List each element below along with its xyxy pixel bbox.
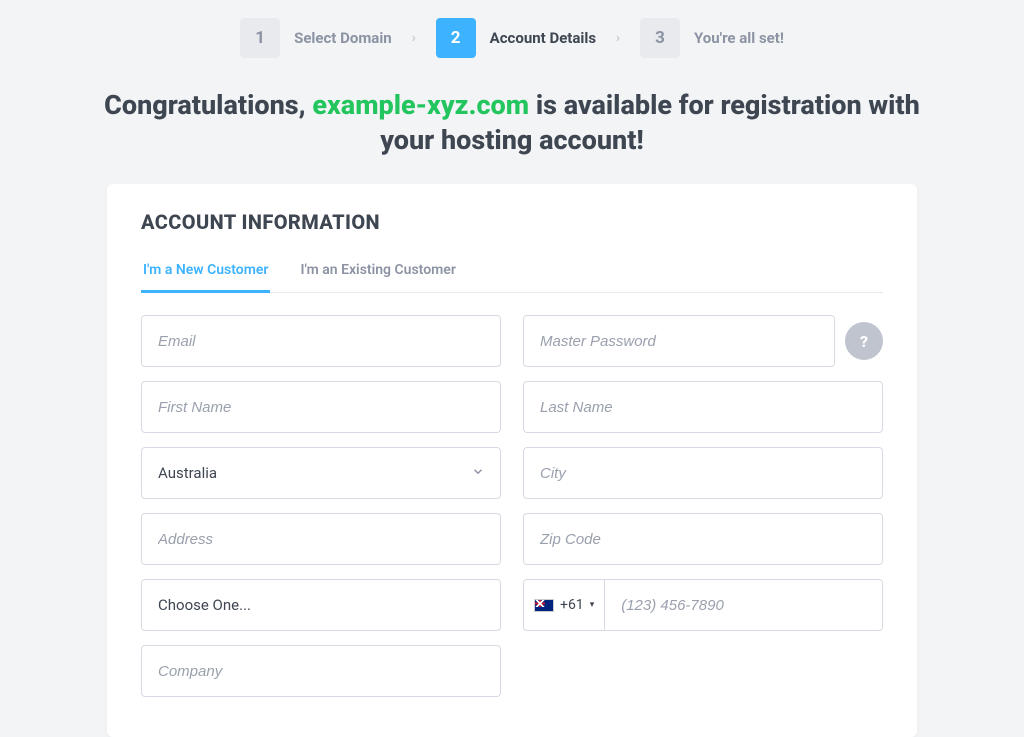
- phone-country-code-select[interactable]: +61 ▾: [523, 579, 604, 631]
- headline: Congratulations, example-xyz.com is avai…: [102, 88, 922, 158]
- progress-stepper: 1 Select Domain › 2 Account Details › 3 …: [0, 0, 1024, 80]
- email-field-wrap: [141, 315, 501, 367]
- last-name-field-wrap: [523, 381, 883, 433]
- step-number: 3: [640, 18, 680, 58]
- step-label: Select Domain: [294, 29, 392, 47]
- phone-field[interactable]: [604, 579, 883, 631]
- password-field-wrap: ?: [523, 315, 883, 367]
- headline-text-pre: Congratulations,: [104, 89, 312, 121]
- section-title: ACCOUNT INFORMATION: [141, 210, 883, 234]
- address-field-wrap: [141, 513, 501, 565]
- first-name-field[interactable]: [141, 381, 501, 433]
- tab-existing-customer[interactable]: I'm an Existing Customer: [298, 254, 457, 293]
- account-card: ACCOUNT INFORMATION I'm a New Customer I…: [107, 184, 917, 737]
- step-number: 2: [436, 18, 476, 58]
- step-label: Account Details: [490, 29, 596, 47]
- tab-new-customer[interactable]: I'm a New Customer: [141, 254, 270, 293]
- city-field-wrap: [523, 447, 883, 499]
- password-field[interactable]: [523, 315, 835, 367]
- email-field[interactable]: [141, 315, 501, 367]
- last-name-field[interactable]: [523, 381, 883, 433]
- step-select-domain[interactable]: 1 Select Domain: [240, 18, 392, 58]
- country-value: Australia: [158, 464, 217, 482]
- step-account-details[interactable]: 2 Account Details: [436, 18, 596, 58]
- headline-domain: example-xyz.com: [312, 89, 529, 121]
- country-select-wrap: Australia: [141, 447, 501, 499]
- chevron-right-icon: ›: [616, 31, 620, 46]
- phone-field-wrap: +61 ▾: [523, 579, 883, 631]
- flag-au-icon: [534, 599, 554, 612]
- caret-down-icon: ▾: [590, 600, 595, 610]
- step-all-set[interactable]: 3 You're all set!: [640, 18, 784, 58]
- state-select-wrap: Choose One...: [141, 579, 501, 631]
- address-field[interactable]: [141, 513, 501, 565]
- first-name-field-wrap: [141, 381, 501, 433]
- company-field-wrap: [141, 645, 501, 697]
- state-value: Choose One...: [158, 596, 251, 614]
- step-number: 1: [240, 18, 280, 58]
- account-form: ? Australia Choose One...: [141, 315, 883, 697]
- state-select[interactable]: Choose One...: [141, 579, 501, 631]
- phone-code-value: +61: [560, 597, 584, 613]
- password-help-icon[interactable]: ?: [845, 322, 883, 360]
- city-field[interactable]: [523, 447, 883, 499]
- chevron-right-icon: ›: [412, 31, 416, 46]
- step-label: You're all set!: [694, 29, 784, 47]
- zip-field-wrap: [523, 513, 883, 565]
- customer-tabs: I'm a New Customer I'm an Existing Custo…: [141, 254, 883, 293]
- zip-field[interactable]: [523, 513, 883, 565]
- company-field[interactable]: [141, 645, 501, 697]
- country-select[interactable]: Australia: [141, 447, 501, 499]
